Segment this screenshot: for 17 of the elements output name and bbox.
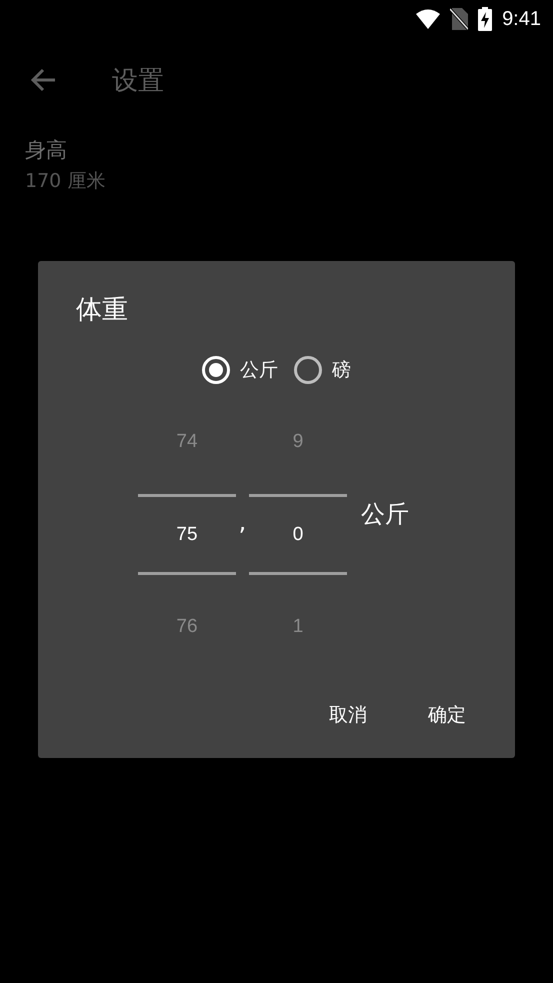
picker-selected-value[interactable]: 75 [138, 497, 236, 572]
unit-radio[interactable]: 磅 [286, 350, 359, 390]
picker-selected-value[interactable]: 0 [249, 497, 347, 572]
unit-label: 公斤 [361, 499, 409, 530]
battery-charging-icon [478, 7, 492, 31]
unit-radio[interactable]: 公斤 [194, 350, 286, 390]
wifi-icon [416, 9, 440, 29]
screen-title: 设置 [112, 64, 164, 98]
setting-summary: 170 厘米 [25, 169, 106, 194]
setting-title[interactable]: 身高 [25, 136, 528, 164]
dialog-button[interactable]: 确定 [407, 691, 487, 739]
no-sim-icon [450, 8, 468, 30]
status-time: 9:41 [502, 8, 541, 30]
back-arrow-icon[interactable] [30, 67, 56, 93]
decimal-separator: , [238, 507, 248, 538]
dialog-button[interactable]: 取消 [308, 691, 388, 739]
dialog-title: 体重 [76, 294, 128, 327]
